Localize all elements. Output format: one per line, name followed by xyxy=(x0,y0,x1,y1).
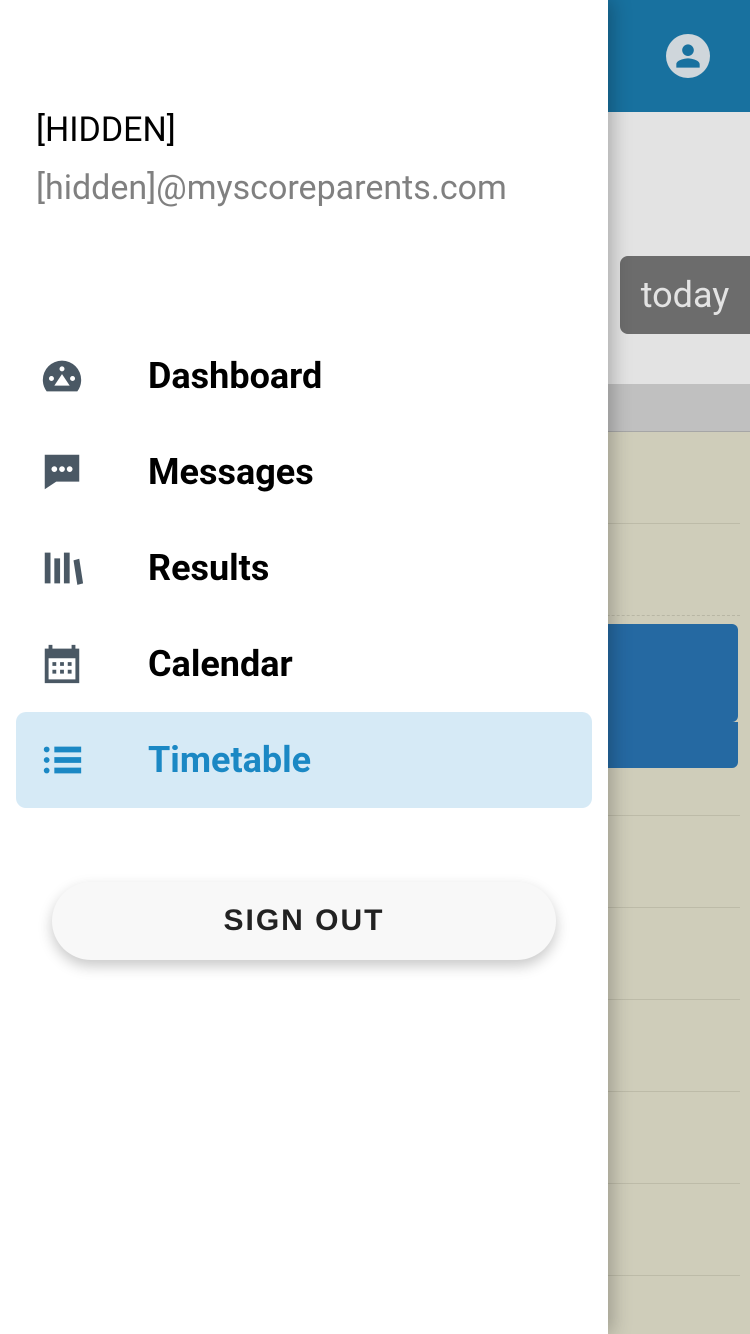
app-root: today [HIDDEN] [hidden]@myscorep xyxy=(0,0,750,1334)
drawer-nav: Dashboard Messages Results Calendar xyxy=(0,328,608,808)
sidebar-item-messages[interactable]: Messages xyxy=(16,424,592,520)
sidebar-item-timetable[interactable]: Timetable xyxy=(16,712,592,808)
user-name: [HIDDEN] xyxy=(36,110,572,150)
calendar-icon xyxy=(38,640,86,688)
chat-icon xyxy=(38,448,86,496)
user-email: [hidden]@myscoreparents.com xyxy=(36,168,572,208)
sidebar-item-dashboard[interactable]: Dashboard xyxy=(16,328,592,424)
drawer-header: [HIDDEN] [hidden]@myscoreparents.com xyxy=(0,0,608,208)
signout-button[interactable]: SIGN OUT xyxy=(52,882,556,960)
sidebar-item-label: Dashboard xyxy=(148,355,322,397)
sidebar-item-label: Messages xyxy=(148,451,314,493)
library-icon xyxy=(38,544,86,592)
sidebar-item-label: Calendar xyxy=(148,643,293,685)
sidebar-item-calendar[interactable]: Calendar xyxy=(16,616,592,712)
sidebar-item-label: Timetable xyxy=(148,739,311,781)
navigation-drawer: [HIDDEN] [hidden]@myscoreparents.com Das… xyxy=(0,0,608,1334)
list-icon xyxy=(38,736,86,784)
sidebar-item-label: Results xyxy=(148,547,269,589)
sidebar-item-results[interactable]: Results xyxy=(16,520,592,616)
gauge-icon xyxy=(38,352,86,400)
signout-container: SIGN OUT xyxy=(0,882,608,960)
